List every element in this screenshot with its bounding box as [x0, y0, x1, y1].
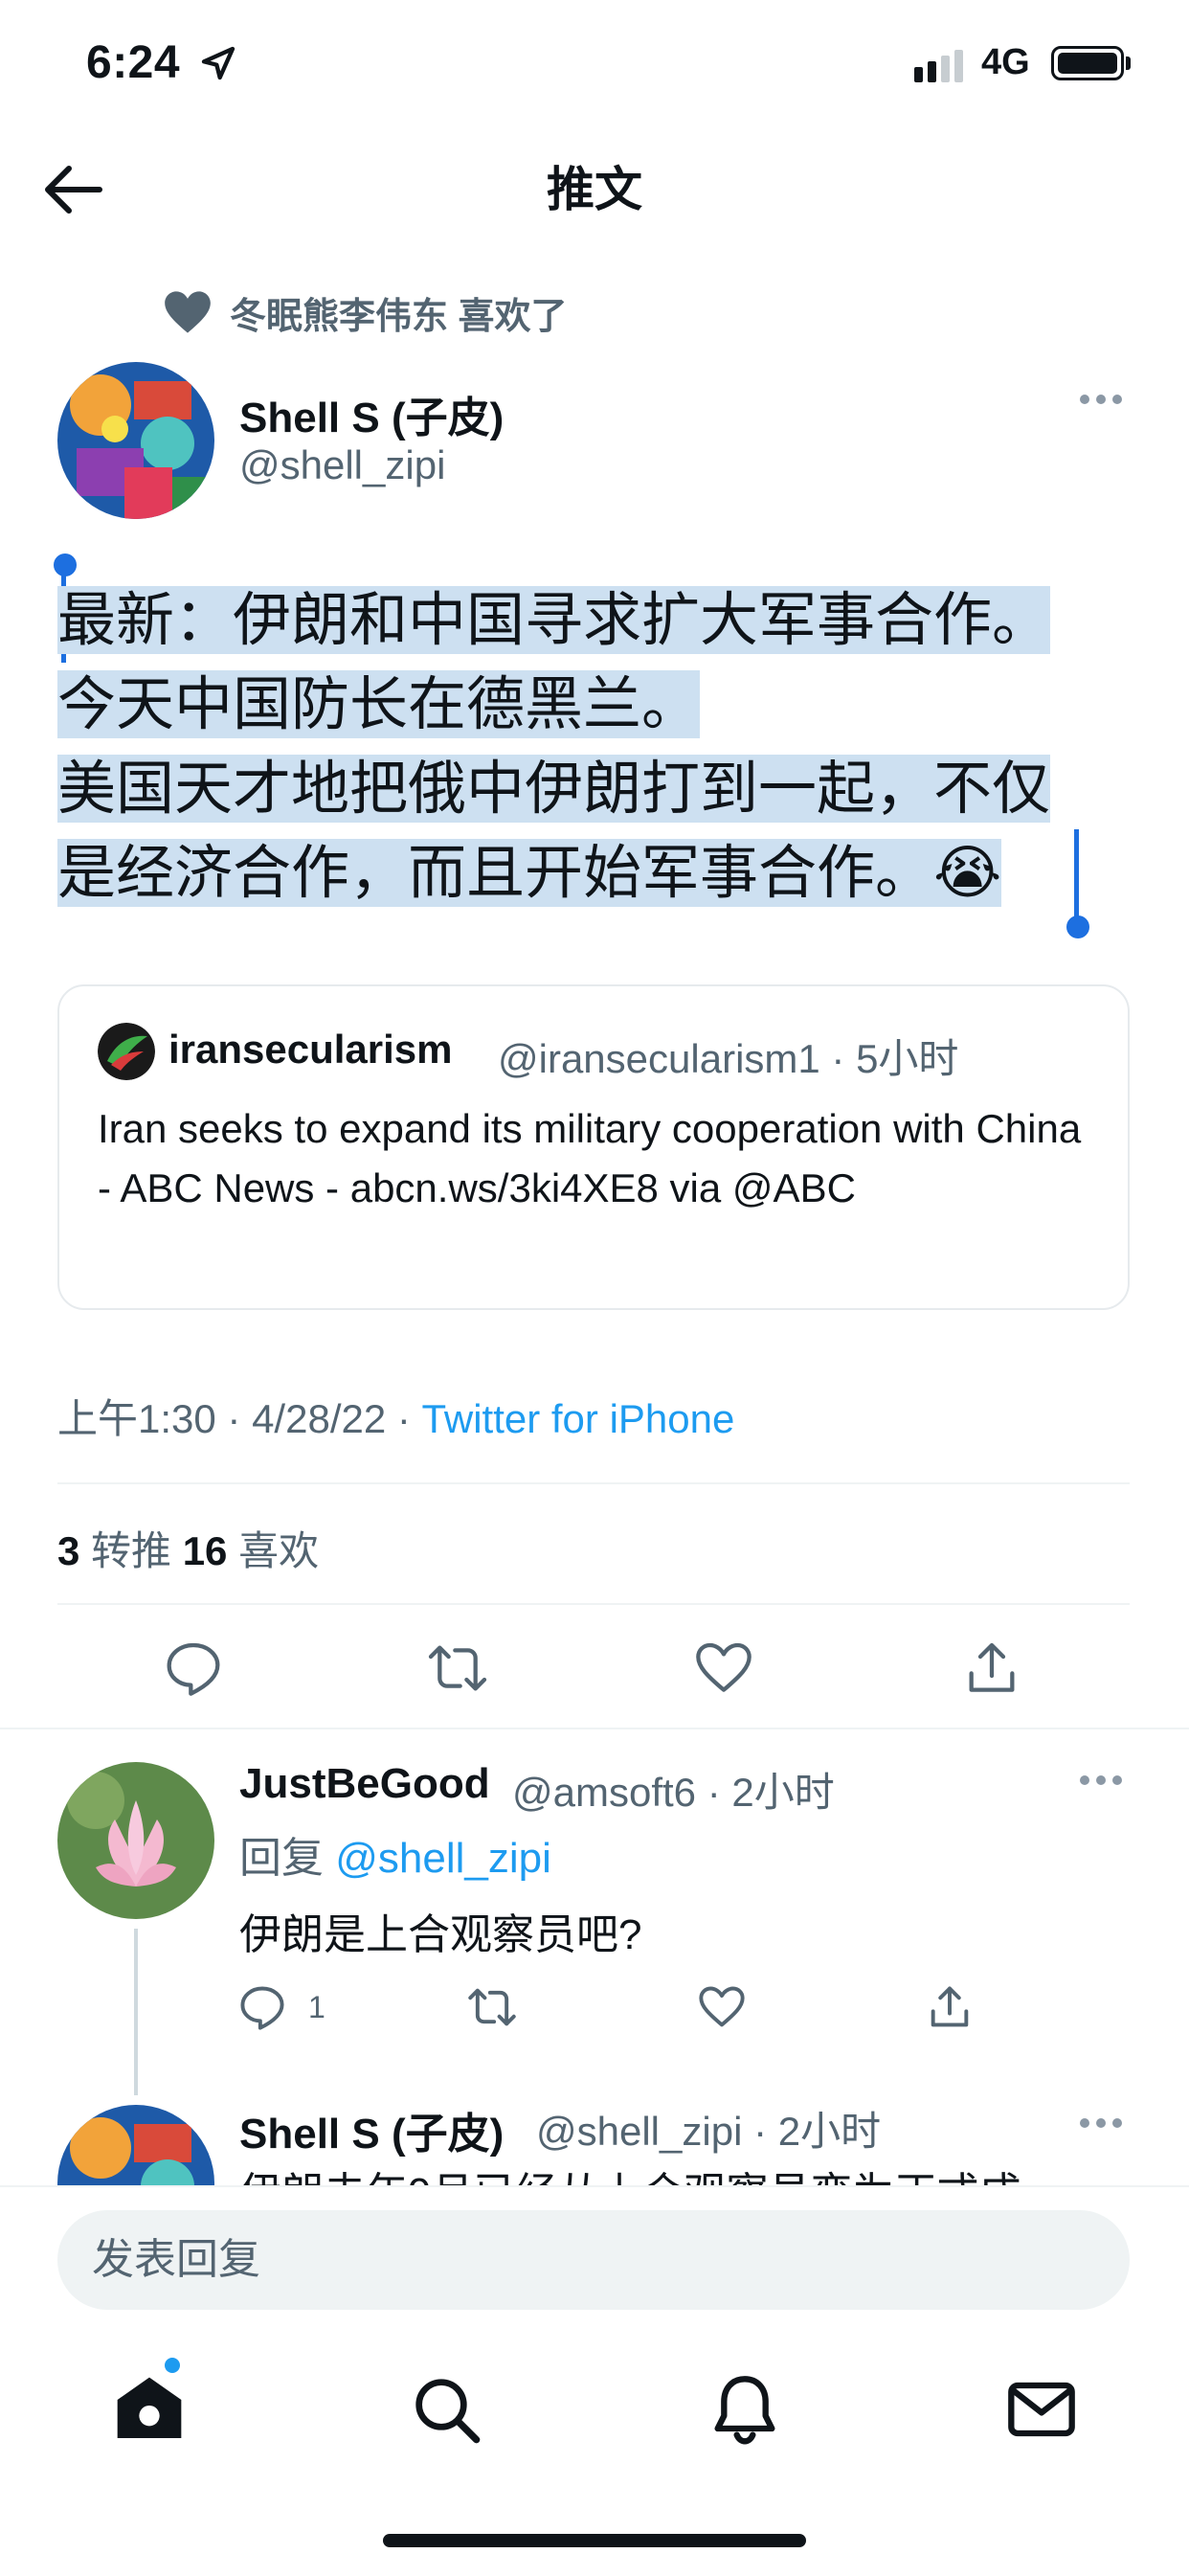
quoted-text: Iran seeks to expand its military cooper… [98, 1106, 1082, 1210]
reply-avatar[interactable] [57, 1762, 214, 1919]
retweet-icon[interactable] [467, 1982, 517, 2032]
tweet-timestamp: 上午1:30 · 4/28/22 · Twitter for iPhone [57, 1387, 734, 1445]
selection-handle-end[interactable] [1066, 915, 1089, 938]
thread-line [134, 1929, 138, 2095]
retweets-label[interactable]: 转推 [79, 1528, 182, 1573]
more-options-icon[interactable] [1078, 393, 1124, 406]
quoted-author-name: iransecularism [168, 1027, 453, 1072]
divider [57, 1482, 1130, 1484]
quoted-author-handle: @iransecularism1 · 5小时 [498, 1036, 959, 1081]
tweet-time: 上午1:30 · 4/28/22 · [57, 1396, 422, 1441]
divider [0, 1728, 1189, 1729]
cellular-signal-icon [914, 50, 963, 82]
reply-to: 回复 @shell_zipi [239, 1823, 551, 1885]
selection-caret-end [1074, 829, 1079, 921]
social-context-text[interactable]: 冬眠熊李伟东 喜欢了 [230, 286, 568, 339]
likes-label[interactable]: 喜欢 [227, 1528, 319, 1573]
reply-text[interactable]: 伊朗是上合观察员吧? [239, 1900, 641, 1961]
tweet-text-line: 是经济合作，而且开始军事合作。😭 [57, 839, 1002, 907]
tweet-text-line: 最新：伊朗和中国寻求扩大军事合作。 [57, 586, 1051, 654]
reply-author-handle[interactable]: @amsoft6 · 2小时 [512, 1760, 835, 1819]
likes-count[interactable]: 16 [183, 1528, 228, 1573]
more-options-icon[interactable] [1078, 1774, 1124, 1787]
tweet-text-line: 美国天才地把俄中伊朗打到一起，不仅 [57, 755, 1051, 823]
reply-icon[interactable] [163, 1638, 224, 1699]
author-avatar[interactable] [57, 362, 214, 519]
like-icon[interactable] [697, 1982, 747, 2032]
network-type: 4G [981, 42, 1030, 82]
share-icon[interactable] [925, 1982, 975, 2032]
reply-icon[interactable] [237, 1982, 287, 2032]
more-options-icon[interactable] [1078, 2116, 1124, 2130]
battery-icon [1051, 46, 1124, 80]
bell-icon[interactable] [707, 2371, 783, 2448]
tweet-source-link[interactable]: Twitter for iPhone [422, 1396, 735, 1441]
page-title: 推文 [547, 163, 642, 216]
search-icon[interactable] [408, 2371, 484, 2448]
reply-author-name[interactable]: Shell S (子皮) [239, 2099, 504, 2160]
reply-to-prefix: 回复 [239, 1835, 336, 1882]
notification-dot [165, 2358, 180, 2373]
reply-to-mention[interactable]: @shell_zipi [335, 1835, 551, 1882]
reply-count: 1 [308, 1990, 325, 2024]
retweets-count[interactable]: 3 [57, 1528, 79, 1573]
reply-author-handle[interactable]: @shell_zipi · 2小时 [536, 2099, 881, 2158]
location-arrow-icon [201, 46, 236, 80]
share-icon[interactable] [961, 1638, 1022, 1699]
tweet-text[interactable]: 最新：伊朗和中国寻求扩大军事合作。 今天中国防长在德黑兰。 美国天才地把俄中伊朗… [57, 578, 1134, 915]
reply-composer-input[interactable] [57, 2210, 1130, 2310]
retweet-icon[interactable] [427, 1638, 488, 1699]
reply-author-name[interactable]: JustBeGood [239, 1760, 490, 1808]
home-indicator[interactable] [383, 2534, 806, 2547]
like-icon[interactable] [693, 1638, 754, 1699]
tweet-text-line: 今天中国防长在德黑兰。 [57, 670, 701, 738]
mail-icon[interactable] [1003, 2371, 1080, 2448]
status-time: 6:24 [86, 37, 181, 88]
author-name[interactable]: Shell S (子皮) [239, 383, 504, 444]
social-context: 冬眠熊李伟东 喜欢了 [163, 283, 568, 341]
home-icon[interactable] [111, 2371, 188, 2448]
author-handle[interactable]: @shell_zipi [239, 442, 445, 488]
quoted-avatar [98, 1023, 155, 1080]
battery-tip [1126, 56, 1131, 70]
heart-filled-icon [165, 291, 211, 333]
tweet-stats: 3 转推 16 喜欢 [57, 1519, 319, 1577]
divider [57, 1603, 1130, 1605]
